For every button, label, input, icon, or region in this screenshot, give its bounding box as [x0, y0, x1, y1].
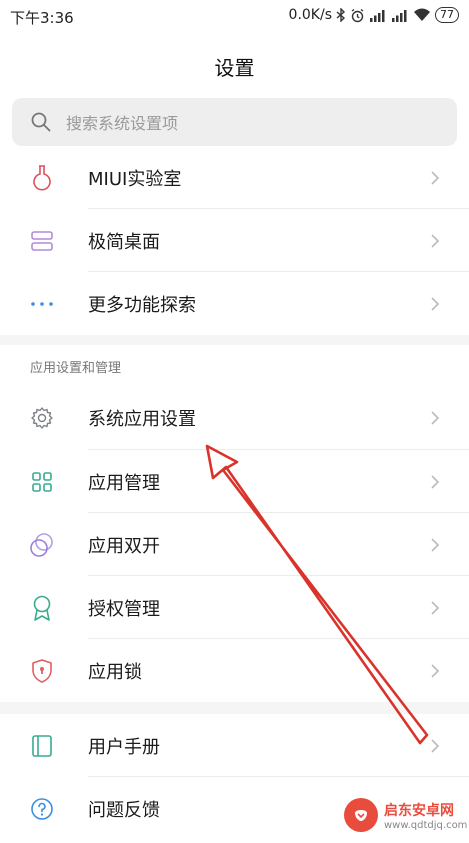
- status-time: 下午3:36: [10, 9, 74, 27]
- wifi-icon: [414, 8, 430, 21]
- section-divider: [0, 335, 469, 345]
- ribbon-icon: [28, 594, 56, 622]
- item-label: 更多功能探索: [88, 294, 196, 316]
- help-icon: [28, 795, 56, 823]
- settings-item-app-lock[interactable]: 应用锁: [0, 639, 469, 702]
- grid-icon: [28, 468, 56, 496]
- settings-item-permissions[interactable]: 授权管理: [0, 576, 469, 639]
- settings-item-app-management[interactable]: 应用管理: [0, 450, 469, 513]
- chevron-right-icon: [431, 663, 440, 678]
- search-icon: [31, 112, 51, 132]
- item-label: MIUI实验室: [88, 168, 182, 190]
- settings-item-more-features[interactable]: 更多功能探索: [0, 272, 469, 335]
- signal-icon-2: [392, 9, 407, 22]
- flask-icon: [28, 164, 56, 192]
- chevron-right-icon: [431, 170, 440, 185]
- chevron-right-icon: [431, 410, 440, 425]
- item-label: 系统应用设置: [88, 408, 196, 430]
- chevron-right-icon: [431, 738, 440, 753]
- chevron-right-icon: [431, 474, 440, 489]
- settings-item-minimal-desktop[interactable]: 极简桌面: [0, 209, 469, 272]
- watermark-url: www.qdtdjq.com: [384, 819, 468, 831]
- watermark-logo-icon: [344, 798, 378, 832]
- search-input[interactable]: 搜索系统设置项: [12, 98, 457, 146]
- item-label: 问题反馈: [88, 799, 160, 821]
- item-label: 极简桌面: [88, 231, 160, 253]
- desktop-layout-icon: [28, 227, 56, 255]
- section-header: 应用设置和管理: [30, 361, 122, 376]
- page-title: 设置: [214, 56, 255, 80]
- settings-item-miui-lab[interactable]: MIUI实验室: [0, 146, 469, 209]
- chevron-right-icon: [431, 233, 440, 248]
- bluetooth-icon: [336, 8, 346, 22]
- watermark: 启东安卓网 www.qdtdjq.com: [344, 798, 467, 832]
- settings-item-dual-apps[interactable]: 应用双开: [0, 513, 469, 576]
- dual-circle-icon: [28, 531, 56, 559]
- gear-icon: [28, 404, 56, 432]
- more-dots-icon: [28, 290, 56, 318]
- status-icons: 0.0K/s 77: [289, 7, 459, 23]
- settings-item-user-manual[interactable]: 用户手册: [0, 714, 469, 777]
- network-speed: 0.0K/s: [288, 7, 332, 23]
- status-bar: 下午3:36 0.0K/s 77: [0, 0, 469, 32]
- chevron-right-icon: [431, 296, 440, 311]
- item-label: 应用双开: [88, 535, 160, 557]
- alarm-icon: [351, 8, 364, 22]
- watermark-name: 启东安卓网: [384, 802, 454, 819]
- signal-icon: [370, 9, 385, 22]
- search-placeholder: 搜索系统设置项: [66, 114, 179, 133]
- item-label: 应用管理: [88, 472, 160, 494]
- section-divider: [0, 702, 469, 714]
- chevron-right-icon: [431, 537, 440, 552]
- battery-indicator: 77: [435, 7, 459, 23]
- chevron-right-icon: [431, 600, 440, 615]
- item-label: 授权管理: [88, 598, 160, 620]
- item-label: 应用锁: [88, 661, 142, 683]
- settings-item-system-app-settings[interactable]: 系统应用设置: [0, 386, 469, 449]
- item-label: 用户手册: [88, 736, 160, 758]
- book-icon: [28, 732, 56, 760]
- shield-lock-icon: [28, 657, 56, 685]
